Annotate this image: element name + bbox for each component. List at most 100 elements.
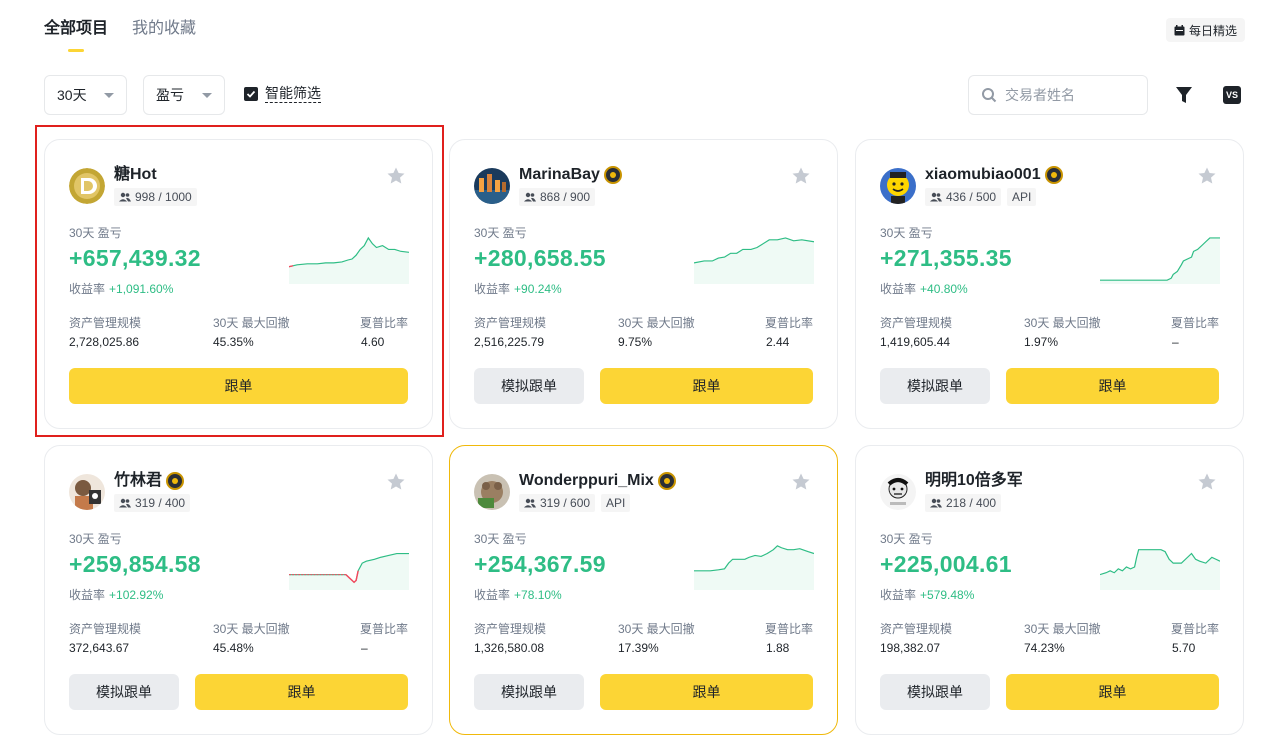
mdd-value: 17.39% bbox=[618, 641, 659, 655]
followers-count: 218 / 400 bbox=[946, 496, 997, 510]
mock-copy-button[interactable]: 模拟跟单 bbox=[69, 674, 179, 710]
sharpe-value: 2.44 bbox=[766, 335, 790, 349]
verified-badge-icon bbox=[603, 166, 622, 184]
trader-name-row: Wonderppuri_Mix bbox=[519, 470, 676, 492]
city-avatar-icon[interactable] bbox=[474, 168, 510, 204]
trader-name[interactable]: 糖Hot bbox=[114, 164, 157, 186]
trader-card[interactable]: Wonderppuri_Mix 319 / 600 API 30天 盈亏 +25… bbox=[449, 445, 838, 735]
copy-trade-button[interactable]: 跟单 bbox=[195, 674, 408, 710]
aum-label: 资产管理规模 bbox=[69, 316, 142, 330]
favorite-star-icon[interactable] bbox=[791, 472, 811, 492]
mock-copy-button[interactable]: 模拟跟单 bbox=[880, 674, 990, 710]
daily-pick-button[interactable]: 每日精选 bbox=[1166, 18, 1246, 42]
trader-card[interactable]: 明明10倍多军 218 / 400 30天 盈亏 +225,004.61 收益率… bbox=[855, 445, 1244, 735]
roi-row: 收益率 +579.48% bbox=[880, 586, 974, 603]
roi-label: 收益率 bbox=[69, 282, 106, 296]
aum-value: 2,516,225.79 bbox=[474, 335, 545, 349]
pnl-value: +271,355.35 bbox=[880, 245, 1012, 271]
roi-row: 收益率 +1,091.60% bbox=[69, 280, 173, 297]
search-input[interactable] bbox=[1005, 87, 1125, 103]
smart-filter-label: 智能筛选 bbox=[265, 85, 321, 103]
sharpe-value: 1.88 bbox=[766, 641, 790, 655]
compare-vs-icon[interactable]: VS bbox=[1223, 86, 1241, 104]
pnl-sparkline bbox=[1100, 549, 1220, 590]
period-select[interactable]: 30天 bbox=[44, 75, 127, 115]
roi-value: +40.80% bbox=[920, 282, 968, 296]
mdd-value: 45.48% bbox=[213, 641, 254, 655]
pnl-sparkline bbox=[289, 552, 409, 590]
aum-label: 资产管理规模 bbox=[474, 316, 547, 330]
trader-name-row: xiaomubiao001 bbox=[925, 164, 1063, 186]
sort-select[interactable]: 盈亏 bbox=[143, 75, 225, 115]
verified-badge-icon bbox=[1044, 166, 1063, 184]
aum-label: 资产管理规模 bbox=[474, 622, 547, 636]
trader-search[interactable] bbox=[968, 75, 1148, 115]
checkbox-checked-icon bbox=[244, 86, 258, 101]
copy-trade-button[interactable]: 跟单 bbox=[69, 368, 408, 404]
aum-value: 1,419,605.44 bbox=[880, 335, 951, 349]
trader-name[interactable]: MarinaBay bbox=[519, 164, 600, 186]
mock-copy-button[interactable]: 模拟跟单 bbox=[474, 674, 584, 710]
dog-avatar-icon[interactable] bbox=[474, 474, 510, 510]
doge-avatar-icon[interactable] bbox=[69, 168, 105, 204]
trader-meta: 319 / 600 API bbox=[519, 494, 631, 512]
favorite-star-icon[interactable] bbox=[1197, 472, 1217, 492]
favorite-star-icon[interactable] bbox=[386, 166, 406, 186]
smiley-avatar-icon[interactable] bbox=[880, 168, 916, 204]
daily-pick-label: 每日精选 bbox=[1189, 23, 1238, 38]
mdd-label: 30天 最大回撤 bbox=[618, 622, 695, 636]
trader-card[interactable]: 竹林君 319 / 400 30天 盈亏 +259,854.58 收益率 +102… bbox=[44, 445, 433, 735]
copy-trade-button[interactable]: 跟单 bbox=[1006, 368, 1219, 404]
aum-label: 资产管理规模 bbox=[880, 316, 953, 330]
roi-label: 收益率 bbox=[474, 282, 511, 296]
pnl-value: +280,658.55 bbox=[474, 245, 606, 271]
roi-label: 收益率 bbox=[880, 282, 917, 296]
mdd-value: 45.35% bbox=[213, 335, 254, 349]
portrait-avatar-icon[interactable] bbox=[69, 474, 105, 510]
trader-name[interactable]: 明明10倍多军 bbox=[925, 470, 1023, 492]
trader-name[interactable]: Wonderppuri_Mix bbox=[519, 470, 654, 492]
aum-label: 资产管理规模 bbox=[880, 622, 953, 636]
favorite-star-icon[interactable] bbox=[1197, 166, 1217, 186]
filter-icon[interactable] bbox=[1174, 85, 1194, 105]
calendar-icon bbox=[1174, 24, 1185, 35]
copy-trade-button[interactable]: 跟单 bbox=[600, 674, 813, 710]
favorite-star-icon[interactable] bbox=[791, 166, 811, 186]
trader-card[interactable]: xiaomubiao001 436 / 500 API 30天 盈亏 +271,… bbox=[855, 139, 1244, 429]
smart-filter-checkbox[interactable]: 智能筛选 bbox=[244, 84, 321, 103]
mock-copy-button[interactable]: 模拟跟单 bbox=[474, 368, 584, 404]
sharpe-label: 夏普比率 bbox=[1170, 316, 1219, 330]
tab-my-favorites[interactable]: 我的收藏 bbox=[132, 18, 196, 40]
trader-card[interactable]: 糖Hot 998 / 1000 30天 盈亏 +657,439.32 收益率 +1… bbox=[44, 139, 433, 429]
favorite-star-icon[interactable] bbox=[386, 472, 406, 492]
trader-card[interactable]: MarinaBay 868 / 900 30天 盈亏 +280,658.55 收… bbox=[449, 139, 838, 429]
trader-name[interactable]: xiaomubiao001 bbox=[925, 164, 1041, 186]
trader-name-row: 明明10倍多军 bbox=[925, 470, 1023, 492]
followers-tag: 436 / 500 bbox=[925, 188, 1002, 206]
verified-badge-icon bbox=[657, 472, 676, 490]
mdd-label: 30天 最大回撤 bbox=[1024, 316, 1101, 330]
meme-avatar-icon[interactable] bbox=[880, 474, 916, 510]
tab-all-projects[interactable]: 全部项目 bbox=[44, 18, 108, 52]
aum-label: 资产管理规模 bbox=[69, 622, 142, 636]
sharpe-label: 夏普比率 bbox=[1170, 622, 1219, 636]
trader-name[interactable]: 竹林君 bbox=[114, 470, 162, 492]
period-value: 30天 bbox=[57, 87, 87, 103]
followers-tag: 868 / 900 bbox=[519, 188, 596, 206]
mdd-value: 74.23% bbox=[1024, 641, 1065, 655]
pnl-label: 30天 盈亏 bbox=[880, 532, 933, 546]
users-icon bbox=[119, 192, 131, 202]
copy-trade-button[interactable]: 跟单 bbox=[1006, 674, 1219, 710]
followers-tag: 998 / 1000 bbox=[114, 188, 197, 206]
followers-count: 868 / 900 bbox=[540, 190, 591, 204]
followers-tag: 319 / 600 bbox=[519, 494, 596, 512]
mock-copy-button[interactable]: 模拟跟单 bbox=[880, 368, 990, 404]
roi-row: 收益率 +78.10% bbox=[474, 586, 562, 603]
chevron-down-icon bbox=[104, 92, 114, 98]
pnl-label: 30天 盈亏 bbox=[69, 532, 122, 546]
roi-value: +78.10% bbox=[514, 588, 562, 602]
roi-value: +579.48% bbox=[920, 588, 975, 602]
trader-meta: 436 / 500 API bbox=[925, 188, 1037, 206]
sharpe-label: 夏普比率 bbox=[764, 622, 813, 636]
copy-trade-button[interactable]: 跟单 bbox=[600, 368, 813, 404]
